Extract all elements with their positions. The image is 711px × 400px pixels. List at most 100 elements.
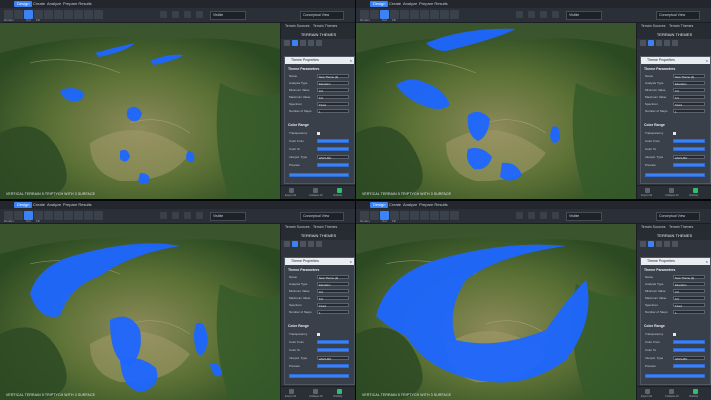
color-swatch[interactable]	[317, 340, 349, 344]
field-input[interactable]: 0.0	[317, 289, 349, 294]
field-input[interactable]: Fixed	[317, 102, 349, 107]
close-icon[interactable]: ×	[350, 258, 352, 265]
view-tool-icon[interactable]	[172, 11, 179, 18]
transparency-checkbox[interactable]	[317, 132, 320, 135]
tab-prepare-results[interactable]: Prepare Results	[416, 1, 451, 7]
theme-tool-icon[interactable]	[292, 241, 298, 247]
theme-tool-icon[interactable]	[316, 40, 322, 46]
visibility-select[interactable]: Visible	[566, 212, 602, 221]
toolbar-tool-icon[interactable]	[430, 10, 439, 19]
toolbar-tool-icon[interactable]	[74, 211, 83, 220]
theme-tool-icon[interactable]	[672, 241, 678, 247]
3d-terrain-viewport[interactable]: VERTICAL TERRAIN 5 TRIPTYCH WITH 3 SURFA…	[0, 224, 280, 400]
3d-terrain-viewport[interactable]: VERTICAL TERRAIN 5 TRIPTYCH WITH 3 SURFA…	[356, 23, 636, 199]
tab-prepare-results[interactable]: Prepare Results	[416, 202, 451, 208]
color-swatch[interactable]	[317, 139, 349, 143]
theme-tool-icon[interactable]	[672, 40, 678, 46]
toolbar-tool-icon[interactable]	[94, 10, 103, 19]
interpolation-select[interactable]: HSV-HSV	[317, 155, 349, 160]
color-swatch[interactable]	[673, 364, 705, 368]
toolbar-tool-icon[interactable]	[430, 211, 439, 220]
toolbar-tool-icon[interactable]	[94, 211, 103, 220]
3d-terrain-viewport[interactable]: VERTICAL TERRAIN 5 TRIPTYCH WITH 3 SURFA…	[0, 23, 280, 199]
tab-terrain-themes[interactable]: Terrain Themes	[669, 24, 693, 28]
interpolation-select[interactable]: HSV-HSV	[317, 356, 349, 361]
view-tool-icon[interactable]	[540, 212, 547, 219]
terrain-render[interactable]	[0, 224, 280, 400]
color-swatch[interactable]	[673, 139, 705, 143]
field-input[interactable]: New Theme (2)	[317, 74, 349, 79]
footer-action-icon[interactable]	[289, 389, 294, 394]
footer-action-icon[interactable]	[645, 389, 650, 394]
transparency-checkbox[interactable]	[673, 132, 676, 135]
terrain-render[interactable]	[356, 23, 636, 199]
field-input[interactable]: Fixed	[317, 303, 349, 308]
close-icon[interactable]: ×	[706, 258, 708, 265]
toolbar-tool-icon[interactable]	[54, 211, 63, 220]
view-tool-icon[interactable]	[172, 212, 179, 219]
theme-tool-icon[interactable]	[640, 40, 646, 46]
field-input[interactable]: Elevation	[317, 81, 349, 86]
view-tool-icon[interactable]	[552, 212, 559, 219]
color-swatch[interactable]	[673, 163, 705, 167]
field-input[interactable]: 1	[673, 310, 705, 315]
tab-terrain-themes[interactable]: Terrain Themes	[313, 24, 337, 28]
toolbar-tool-icon[interactable]	[440, 211, 449, 220]
footer-action-icon[interactable]	[289, 188, 294, 193]
view-tool-icon[interactable]	[552, 11, 559, 18]
theme-tool-icon[interactable]	[300, 40, 306, 46]
theme-tool-icon[interactable]	[664, 40, 670, 46]
tab-terrain-sources[interactable]: Terrain Sources	[285, 24, 310, 28]
toolbar-tool-icon[interactable]	[44, 10, 53, 19]
toolbar-tool-icon[interactable]	[450, 211, 459, 220]
footer-action-icon[interactable]	[669, 389, 674, 394]
view-mode-select[interactable]: Conceptual View	[656, 212, 700, 221]
toolbar-tool-icon[interactable]	[14, 211, 23, 220]
field-input[interactable]: Fixed	[673, 303, 705, 308]
tab-terrain-sources[interactable]: Terrain Sources	[641, 24, 666, 28]
footer-action-icon[interactable]	[693, 389, 698, 394]
transparency-checkbox[interactable]	[673, 333, 676, 336]
toolbar-tool-icon[interactable]	[84, 10, 93, 19]
color-swatch[interactable]	[673, 340, 705, 344]
field-input[interactable]: Elevation	[673, 81, 705, 86]
view-tool-icon[interactable]	[160, 11, 167, 18]
toolbar-tool-icon[interactable]	[64, 10, 73, 19]
view-tool-icon[interactable]	[528, 11, 535, 18]
toolbar-tool-icon[interactable]	[44, 211, 53, 220]
color-swatch[interactable]	[317, 163, 349, 167]
color-swatch[interactable]	[673, 147, 705, 151]
theme-tool-icon[interactable]	[640, 241, 646, 247]
tab-terrain-sources[interactable]: Terrain Sources	[285, 225, 310, 229]
view-tool-icon[interactable]	[528, 212, 535, 219]
theme-tool-icon[interactable]	[664, 241, 670, 247]
footer-action-icon[interactable]	[313, 389, 318, 394]
theme-tool-icon[interactable]	[284, 241, 290, 247]
theme-tool-icon[interactable]	[656, 40, 662, 46]
view-tool-icon[interactable]	[184, 212, 191, 219]
view-tool-icon[interactable]	[196, 11, 203, 18]
view-mode-select[interactable]: Conceptual View	[300, 11, 344, 20]
field-input[interactable]: 0.0	[673, 88, 705, 93]
toolbar-tool-icon[interactable]	[64, 211, 73, 220]
field-input[interactable]: 1	[317, 310, 349, 315]
toolbar-tool-icon[interactable]	[370, 10, 379, 19]
visibility-select[interactable]: Visible	[566, 11, 602, 20]
color-swatch[interactable]	[317, 364, 349, 368]
theme-tool-icon[interactable]	[308, 241, 314, 247]
field-input[interactable]: Elevation	[673, 282, 705, 287]
theme-tool-icon[interactable]	[316, 241, 322, 247]
toolbar-tool-icon[interactable]	[84, 211, 93, 220]
field-input[interactable]: 0.0	[673, 289, 705, 294]
theme-tool-icon[interactable]	[284, 40, 290, 46]
field-input[interactable]: 1	[317, 109, 349, 114]
theme-tool-icon[interactable]	[300, 241, 306, 247]
theme-tool-icon[interactable]	[648, 241, 654, 247]
view-tool-icon[interactable]	[540, 11, 547, 18]
interpolation-select[interactable]: HSV-HSV	[673, 356, 705, 361]
tab-terrain-themes[interactable]: Terrain Themes	[313, 225, 337, 229]
transparency-checkbox[interactable]	[317, 333, 320, 336]
toolbar-tool-icon[interactable]	[54, 10, 63, 19]
toolbar-tool-icon[interactable]	[370, 211, 379, 220]
interpolation-select[interactable]: HSV-HSV	[673, 155, 705, 160]
